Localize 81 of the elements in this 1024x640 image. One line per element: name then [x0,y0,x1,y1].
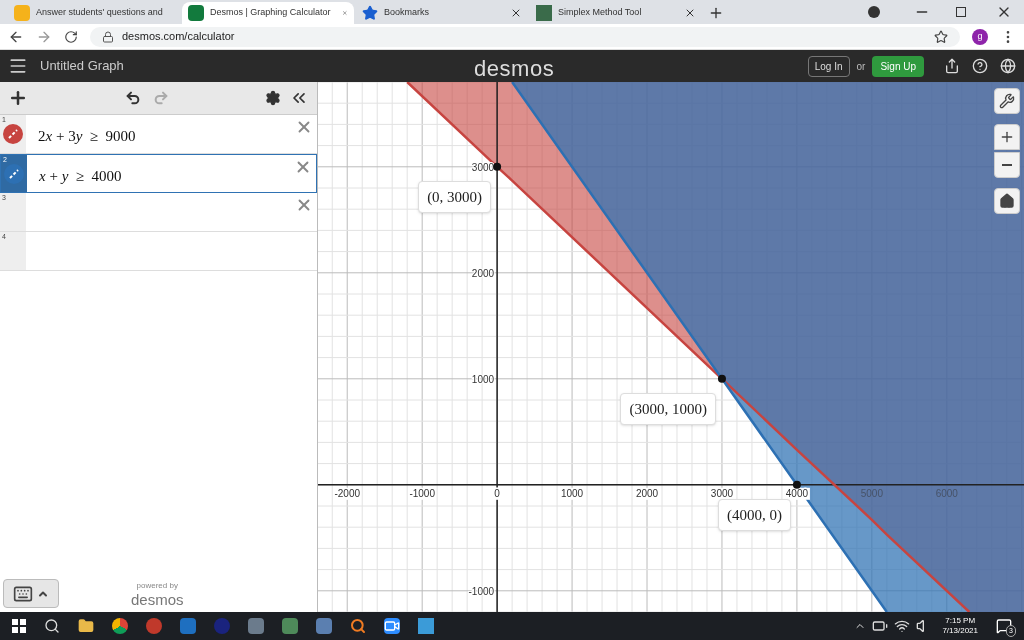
magnifier-app-icon[interactable] [350,618,366,634]
minus-icon [1002,164,1012,166]
add-item-icon[interactable] [8,88,28,108]
settings-wrench-button[interactable] [994,88,1020,114]
app-icon[interactable] [282,618,298,634]
wrench-icon [999,93,1015,109]
clock-time[interactable]: 7:15 PM [945,616,976,626]
browser-tab[interactable]: Desmos | Graphing Calculator [182,2,354,24]
settings-icon[interactable] [265,90,281,106]
wifi-icon[interactable] [894,618,911,634]
point-label: (0, 3000) [418,180,492,214]
folder-icon[interactable] [78,618,94,634]
axis-tick-label: 2000 [471,267,495,279]
windows-start-icon[interactable] [12,619,26,633]
axis-tick-label: 2000 [635,487,659,499]
battery-icon[interactable] [872,618,889,634]
login-button[interactable]: Log In [807,55,850,77]
app-icon[interactable] [248,618,264,634]
close-icon[interactable] [684,7,696,19]
axis-tick-label: -2000 [334,487,360,499]
point-marker[interactable] [493,162,502,171]
keyboard-button[interactable] [3,579,59,608]
expression-text[interactable]: 2x + 3y ≥ 9000 [38,125,136,148]
app-icon[interactable] [180,618,196,634]
axis-tick-label: 1000 [471,373,495,385]
address-field[interactable]: desmos.com/calculator [90,26,960,47]
point-marker[interactable] [717,374,726,383]
axis-tick-label: 6000 [935,487,958,499]
point-marker[interactable] [792,480,801,489]
graph-title[interactable]: Untitled Graph [40,56,124,76]
restore-icon[interactable] [956,7,966,17]
profile-avatar[interactable]: g [972,28,988,45]
axis-tick-label: 3000 [471,161,495,173]
expression-text[interactable]: x + y ≥ 4000 [39,165,122,188]
desmos-logo: desmos [474,55,555,83]
app-icon[interactable] [316,618,332,634]
signup-button[interactable]: Sign Up [872,55,924,77]
tab-title: Answer students' questions and [36,6,163,20]
home-button[interactable] [994,188,1020,214]
axis-tick-label: 5000 [860,487,883,499]
tab-title: Simplex Method Tool [558,6,642,20]
undo-icon[interactable] [124,90,141,106]
tab-favicon-icon [188,5,204,21]
axis-tick-label: 4000 [785,487,809,499]
color-toggle-icon[interactable] [3,124,23,144]
powered-by-caption: powered by [136,581,178,591]
lock-icon [102,30,114,43]
app-icon[interactable] [146,618,162,634]
reload-icon[interactable] [64,29,78,44]
axis-tick-label: 3000 [710,487,734,499]
tab-favicon-icon [14,5,30,21]
zoom-out-button[interactable] [994,152,1020,178]
menu-icon[interactable] [8,56,28,76]
powered-by-logo: desmos [131,591,184,608]
bookmark-star-icon[interactable] [934,29,948,44]
help-icon[interactable] [972,58,988,74]
video-camera-icon[interactable] [384,618,400,634]
tab-title: Desmos | Graphing Calculator [210,6,331,20]
axis-tick-label: -1000 [409,487,435,499]
globe-icon[interactable] [1000,58,1016,74]
notifications-icon[interactable] [996,618,1012,634]
new-tab-icon[interactable] [708,5,724,21]
zoom-in-button[interactable] [994,124,1020,150]
home-icon [999,193,1015,209]
share-icon[interactable] [944,58,960,74]
axis-tick-label: -1000 [468,585,495,597]
axis-tick-label: 0 [494,487,500,499]
tab-title: Bookmarks [384,6,429,20]
plus-icon [999,129,1015,145]
close-icon[interactable] [510,7,522,19]
star-icon [362,5,378,21]
search-icon[interactable] [44,618,60,634]
color-toggle-icon[interactable] [4,163,24,184]
clock-date[interactable]: 7/13/2021 [942,626,978,636]
graph-plot[interactable]: -2000 -1000 0 1000 2000 3000 4000 5000 6000 -1000 1000 2000 3000 (0, 3000) (3000, 1000) (4000, 0) [318,82,1024,612]
or-label: or [856,59,866,74]
browser-app-icon[interactable] [112,618,128,634]
point-label: (3000, 1000) [620,392,716,426]
point-label: (4000, 0) [717,498,791,532]
tab-favicon-icon [536,5,552,21]
axis-tick-label: 1000 [560,487,584,499]
